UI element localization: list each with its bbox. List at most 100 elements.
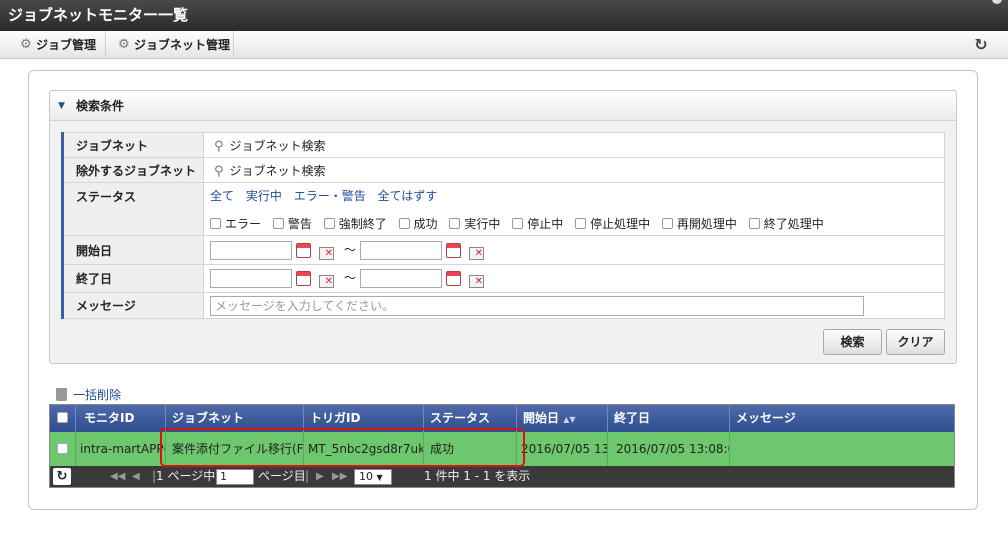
start-date-to-input[interactable]: [360, 240, 443, 260]
first-page-icon[interactable]: ◀◀: [110, 466, 125, 487]
window-title: ジョブネットモニター一覧: [8, 6, 189, 24]
search-button[interactable]: 検索: [823, 329, 882, 355]
status-forced-end-label: 強制終了: [338, 217, 387, 231]
column-header-message[interactable]: メッセージ: [730, 405, 954, 432]
status-running-link[interactable]: 実行中: [246, 189, 282, 203]
jobnet-label: ジョブネット: [61, 132, 204, 158]
grid-refresh-icon[interactable]: ↻: [53, 468, 71, 485]
status-error-checkbox[interactable]: [210, 218, 221, 229]
start-date-range: ✕ ～ ✕: [203, 235, 945, 265]
window-control-icon[interactable]: [992, 0, 1002, 4]
end-date-label: 終了日: [61, 264, 204, 293]
search-conditions-title: 検索条件: [76, 99, 125, 113]
jobnet-admin-label: ジョブネット管理: [134, 38, 231, 52]
grid-pager: ↻ ◀◀ ◀ | 1 ページ中 1 ページ目 | ▶ ▶▶ 10 ▼ 1 件中 …: [50, 466, 954, 487]
calendar-icon[interactable]: [296, 242, 311, 258]
job-admin-label: ジョブ管理: [36, 38, 97, 52]
row-checkbox[interactable]: [57, 443, 68, 454]
cell-monitor-id: intra-martAPP-: [76, 432, 166, 466]
toolbar: ⚙ ジョブ管理 ⚙ ジョブネット管理 ↻: [0, 31, 1008, 59]
cell-message: [730, 432, 954, 466]
search-conditions-table: ジョブネット ⚲ ジョブネット検索 除外するジョブネット ⚲ ジョブネット検索 ステ…: [61, 132, 945, 319]
status-ending-checkbox[interactable]: [748, 218, 760, 229]
jobnet-admin-button[interactable]: ⚙ ジョブネット管理: [112, 31, 234, 59]
clear-date-icon[interactable]: ✕: [319, 275, 334, 288]
exclude-jobnet-label: 除外するジョブネット: [61, 157, 204, 183]
calendar-icon[interactable]: [446, 271, 462, 286]
prev-page-icon[interactable]: ◀: [132, 466, 140, 487]
clear-button[interactable]: クリア: [886, 329, 945, 355]
end-date-to-input[interactable]: [360, 269, 443, 288]
status-warning-checkbox[interactable]: [272, 218, 284, 229]
range-tilde: ～: [344, 242, 357, 257]
job-admin-button[interactable]: ⚙ ジョブ管理: [14, 31, 106, 59]
start-date-header-label: 開始日: [523, 411, 560, 425]
status-stopping-checkbox[interactable]: [575, 218, 587, 229]
clear-date-icon[interactable]: ✕: [469, 246, 485, 260]
refresh-icon[interactable]: ↻: [970, 35, 992, 55]
pager-divider: |: [305, 469, 310, 483]
message-input[interactable]: メッセージを入力してください。: [210, 295, 864, 316]
clear-date-icon[interactable]: ✕: [469, 275, 485, 288]
column-header-end-date[interactable]: 終了日: [608, 405, 730, 432]
search-icon: ⚲: [214, 138, 224, 154]
status-filters: 全て 実行中 エラー・警告 全てはずす エラー 警告 強制終了 成功 実行中 停…: [203, 182, 945, 236]
status-uncheck-all-link[interactable]: 全てはずす: [378, 189, 438, 203]
jobnet-search-text: ジョブネット検索: [229, 138, 326, 153]
status-error-warning-link[interactable]: エラー・警告: [294, 189, 366, 203]
status-success-label: 成功: [413, 217, 438, 231]
status-warning-label: 警告: [287, 217, 312, 231]
last-page-icon[interactable]: ▶▶: [332, 466, 347, 487]
next-page-icon[interactable]: ▶: [316, 466, 324, 487]
pager-summary: 1 件中 1 - 1 を表示: [424, 469, 531, 483]
gear-icon: ⚙: [118, 37, 130, 52]
status-resuming-label: 再開処理中: [676, 217, 737, 231]
exclude-jobnet-search-text: ジョブネット検索: [229, 163, 326, 178]
status-stopped-label: 停止中: [527, 217, 564, 231]
status-running-label: 実行中: [464, 217, 501, 231]
page-prefix: 1 ページ中: [156, 469, 216, 483]
calendar-icon[interactable]: [296, 271, 311, 286]
sort-icon[interactable]: ▲▼: [563, 415, 575, 424]
start-date-label: 開始日: [61, 235, 204, 265]
exclude-jobnet-search-link[interactable]: ⚲ ジョブネット検索: [203, 157, 945, 183]
gear-icon: ⚙: [20, 37, 32, 52]
search-conditions-header[interactable]: ▼ 検索条件: [50, 91, 956, 121]
column-header-monitor-id[interactable]: モニタID: [76, 405, 166, 432]
column-header-start-date[interactable]: 開始日 ▲▼: [517, 405, 608, 432]
row-checkbox-cell: [50, 432, 76, 466]
status-select-all-link[interactable]: 全て: [210, 189, 234, 203]
range-tilde: ～: [344, 271, 357, 285]
message-cell: メッセージを入力してください。: [203, 292, 945, 319]
status-error-label: エラー: [225, 217, 262, 231]
message-label: メッセージ: [61, 292, 204, 319]
status-forced-end-checkbox[interactable]: [323, 218, 335, 229]
start-date-from-input[interactable]: [210, 240, 292, 260]
window-title-bar: ジョブネットモニター一覧: [0, 0, 1008, 31]
status-running-checkbox[interactable]: [449, 218, 461, 229]
page-number-input[interactable]: 1: [216, 469, 254, 485]
collapse-triangle-icon[interactable]: ▼: [58, 91, 65, 121]
end-date-from-input[interactable]: [210, 269, 292, 288]
jobnet-search-link[interactable]: ⚲ ジョブネット検索: [203, 132, 945, 158]
cell-end-date: 2016/07/05 13:08:00: [608, 432, 730, 466]
select-all-column: [50, 405, 76, 432]
end-date-range: ✕ ～ ✕: [203, 264, 945, 293]
bulk-delete-link[interactable]: 一括削除: [56, 386, 121, 403]
page-suffix: ページ目: [258, 469, 306, 483]
per-page-select[interactable]: 10 ▼: [354, 469, 392, 485]
clear-date-icon[interactable]: ✕: [319, 246, 334, 260]
status-success-checkbox[interactable]: [398, 218, 410, 229]
trash-icon: [56, 388, 67, 401]
calendar-icon[interactable]: [446, 242, 462, 258]
status-ending-label: 終了処理中: [763, 217, 824, 231]
status-stopped-checkbox[interactable]: [512, 218, 524, 229]
select-all-checkbox[interactable]: [57, 412, 68, 423]
status-stopping-label: 停止処理中: [590, 217, 651, 231]
chevron-down-icon: ▼: [376, 473, 383, 482]
status-resuming-checkbox[interactable]: [661, 218, 673, 229]
status-label: ステータス: [61, 182, 204, 236]
per-page-value: 10: [359, 470, 373, 483]
search-icon: ⚲: [214, 163, 224, 179]
cell-start-date: 2016/07/05 13:0: [517, 432, 608, 466]
